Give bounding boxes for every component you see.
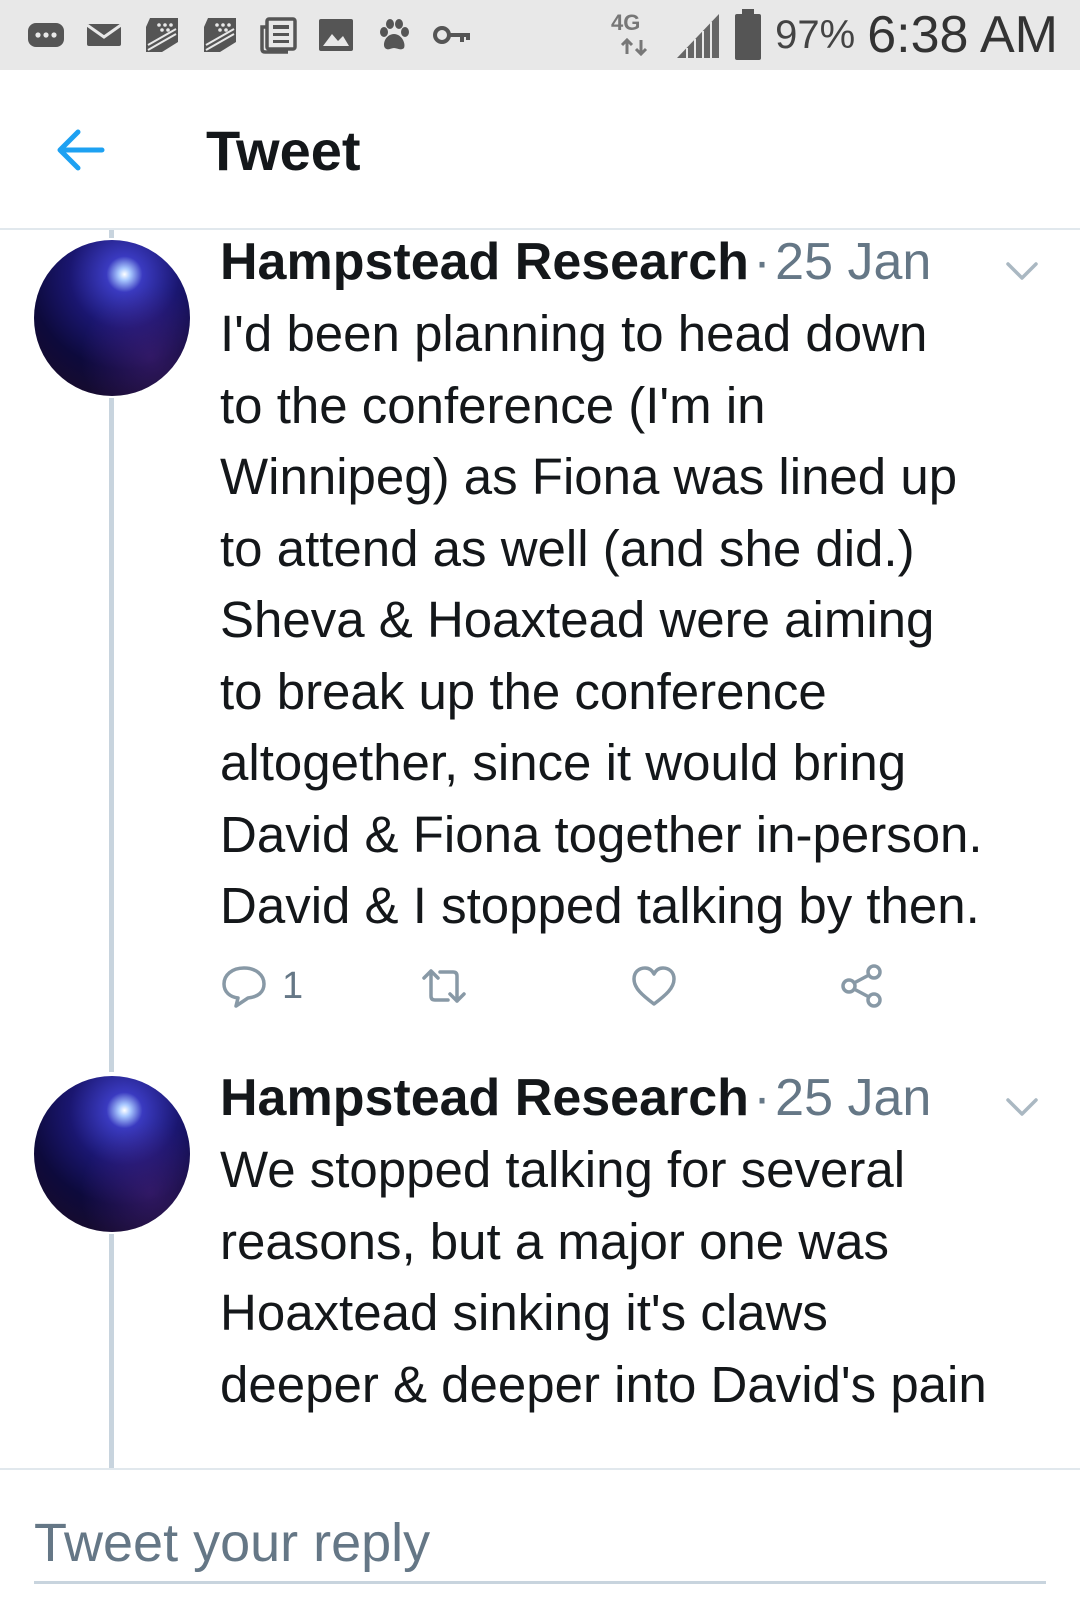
back-arrow-icon bbox=[57, 129, 105, 171]
avatar[interactable] bbox=[34, 1076, 190, 1232]
like-button[interactable] bbox=[630, 956, 678, 1016]
tweet-date[interactable]: 25 Jan bbox=[775, 233, 931, 291]
reply-input[interactable] bbox=[34, 1504, 1046, 1584]
thread-line bbox=[109, 1234, 114, 1470]
news-icon bbox=[256, 13, 300, 57]
image-icon bbox=[314, 13, 358, 57]
blackberry-icon bbox=[198, 13, 242, 57]
separator: · bbox=[753, 1069, 771, 1127]
share-icon bbox=[841, 964, 882, 1008]
tweet-header: Hampstead Research · 25 Jan bbox=[220, 1068, 931, 1128]
tweet-header: Hampstead Research · 25 Jan bbox=[220, 232, 931, 292]
back-button[interactable] bbox=[50, 120, 110, 180]
thread-line bbox=[109, 230, 114, 238]
tweet-text-line: reasons, but a major one was bbox=[220, 1212, 890, 1270]
blackberry-icon bbox=[140, 13, 184, 57]
tweet-text-line: We stopped talking for several bbox=[220, 1141, 906, 1198]
battery-percent: 97% bbox=[775, 12, 856, 57]
tweet-text-line: to the conference (I'm in bbox=[220, 376, 766, 434]
author-name[interactable]: Hampstead Research bbox=[220, 233, 749, 291]
thread-line bbox=[109, 398, 114, 1072]
network-4g-icon: 4G bbox=[611, 10, 663, 60]
share-button[interactable] bbox=[838, 956, 886, 1016]
paw-icon bbox=[372, 13, 416, 57]
battery-icon bbox=[733, 9, 763, 61]
system-indicators: 4G 97% 6:38 AM bbox=[611, 6, 1058, 64]
clock: 6:38 AM bbox=[867, 6, 1058, 64]
tweet-text-line: I'd been planning to head down bbox=[220, 305, 928, 362]
tweet-text: We stopped talking for several reasons, … bbox=[220, 1134, 1060, 1420]
app-header: Tweet bbox=[0, 70, 1080, 230]
tweet-text-line: Winnipeg) as Fiona was lined up bbox=[220, 448, 958, 505]
separator: · bbox=[753, 233, 771, 291]
tweet-date[interactable]: 25 Jan bbox=[775, 1069, 931, 1127]
tweet-text-line: to break up the conference bbox=[220, 662, 827, 720]
tweet-text-line: to attend as well (and she did.) bbox=[220, 519, 915, 577]
tweet-text-line: David & I stopped talking by then. bbox=[220, 877, 980, 934]
retweet-icon bbox=[422, 969, 466, 1003]
avatar[interactable] bbox=[34, 240, 190, 396]
network-label: 4G bbox=[611, 10, 640, 35]
tweet-text-line: deeper & deeper into David's pain bbox=[220, 1355, 987, 1413]
reply-bar bbox=[0, 1468, 1080, 1620]
tweet-text-line: David & Fiona together in-person. bbox=[220, 805, 983, 863]
heart-icon bbox=[632, 966, 676, 1006]
key-icon bbox=[430, 13, 474, 57]
chevron-down-icon[interactable] bbox=[1002, 250, 1042, 290]
reply-icon bbox=[222, 966, 266, 1008]
tweet-actions: 1 bbox=[220, 956, 1060, 1016]
tweet-text-line: Sheva & Hoaxtead were aiming bbox=[220, 591, 935, 648]
notification-icons bbox=[24, 12, 474, 58]
tweet-text: I'd been planning to head down to the co… bbox=[220, 298, 1060, 942]
tweet-text-line: altogether, since it would bring bbox=[220, 734, 907, 791]
author-name[interactable]: Hampstead Research bbox=[220, 1069, 749, 1127]
more-icon bbox=[24, 13, 68, 57]
signal-icon bbox=[675, 10, 721, 60]
chevron-down-icon[interactable] bbox=[1002, 1086, 1042, 1126]
retweet-button[interactable] bbox=[420, 956, 468, 1016]
mail-icon bbox=[82, 13, 126, 57]
reply-count: 1 bbox=[282, 964, 304, 1007]
tweet-text-line: Hoaxtead sinking it's claws bbox=[220, 1284, 828, 1341]
reply-button[interactable]: 1 bbox=[220, 956, 303, 1016]
tweet-thread[interactable]: Hampstead Research · 25 Jan I'd been pla… bbox=[0, 230, 1080, 1470]
page-title: Tweet bbox=[206, 119, 361, 182]
status-bar: 4G 97% 6:38 AM bbox=[0, 0, 1080, 70]
